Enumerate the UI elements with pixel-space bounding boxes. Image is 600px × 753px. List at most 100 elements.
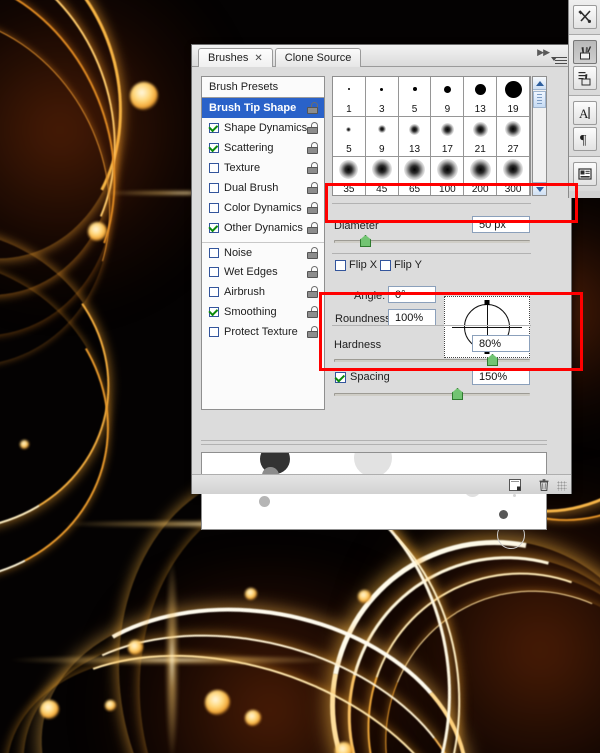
lock-icon[interactable] (307, 102, 318, 114)
option-protect-texture[interactable]: Protect Texture (202, 322, 324, 342)
brush-thumb[interactable]: 27 (497, 117, 530, 157)
layer-comps-icon-button[interactable] (573, 162, 597, 186)
option-airbrush[interactable]: Airbrush (202, 282, 324, 302)
option-brush-tip-shape[interactable]: Brush Tip Shape (202, 98, 324, 118)
option-color-dynamics[interactable]: Color Dynamics (202, 198, 324, 218)
option-checkbox[interactable] (209, 307, 219, 317)
flip-x-checkbox[interactable] (335, 260, 346, 271)
brush-thumb[interactable]: 100 (431, 157, 464, 196)
option-wet-edges[interactable]: Wet Edges (202, 262, 324, 282)
option-checkbox[interactable] (209, 287, 219, 297)
spacing-checkbox[interactable] (335, 372, 346, 383)
lock-icon[interactable] (307, 222, 318, 234)
new-brush-icon[interactable] (508, 478, 522, 492)
option-checkbox[interactable] (209, 203, 219, 213)
option-texture[interactable]: Texture (202, 158, 324, 178)
option-noise[interactable]: Noise (202, 242, 324, 262)
lock-icon[interactable] (307, 162, 318, 174)
brush-thumb[interactable]: 9 (431, 77, 464, 117)
vertical-tool-rail[interactable]: A ¶ (568, 0, 600, 198)
brush-jar-icon-button[interactable] (573, 40, 597, 64)
brush-thumb[interactable]: 1 (333, 77, 366, 117)
brush-thumb[interactable]: 21 (464, 117, 497, 157)
brush-thumb[interactable]: 35 (333, 157, 366, 196)
brush-thumb[interactable]: 13 (399, 117, 432, 157)
tab-brushes[interactable]: Brushes ✕ (198, 48, 273, 67)
scroll-up-button[interactable] (533, 77, 546, 90)
diameter-value-field[interactable]: 50 px (472, 216, 530, 233)
spacing-slider[interactable] (334, 388, 530, 400)
brush-thumb[interactable]: 19 (497, 77, 530, 117)
lock-icon[interactable] (307, 202, 318, 214)
brush-thumb[interactable]: 65 (399, 157, 432, 196)
character-a-icon-button[interactable]: A (573, 101, 597, 125)
hardness-value-field[interactable]: 80% (472, 335, 530, 352)
brushes-panel[interactable]: Brushes ✕ Clone Source ▶▶ Brush Presets (191, 44, 572, 494)
brush-options-list[interactable]: Brush Presets Brush Tip Shape Shape Dyna… (201, 76, 325, 410)
option-checkbox[interactable] (209, 267, 219, 277)
brush-row: 1 3 5 9 13 19 (333, 77, 530, 117)
lock-icon[interactable] (307, 247, 318, 259)
svg-text:¶: ¶ (580, 133, 587, 147)
resize-grip-icon[interactable] (557, 481, 567, 491)
panel-footer (192, 474, 571, 494)
brush-thumb[interactable]: 45 (366, 157, 399, 196)
lock-icon[interactable] (307, 306, 318, 318)
option-dual-brush[interactable]: Dual Brush (202, 178, 324, 198)
angle-value: 0° (395, 289, 406, 301)
option-shape-dynamics[interactable]: Shape Dynamics (202, 118, 324, 138)
panel-titlebar[interactable]: Brushes ✕ Clone Source ▶▶ (192, 45, 571, 67)
brush-thumb[interactable]: 300 (497, 157, 530, 196)
brush-presets-header[interactable]: Brush Presets (202, 77, 324, 98)
lock-icon[interactable] (307, 266, 318, 278)
option-checkbox[interactable] (209, 223, 219, 233)
flip-y-checkbox[interactable] (380, 260, 391, 271)
brush-thumb[interactable]: 3 (366, 77, 399, 117)
option-label: Wet Edges (224, 266, 278, 278)
brush-preset-grid[interactable]: 1 3 5 9 13 19 5 9 13 17 21 27 (332, 76, 531, 196)
collapse-arrows-icon[interactable]: ▶▶ (537, 47, 549, 58)
trash-icon[interactable] (537, 478, 551, 492)
option-checkbox[interactable] (209, 327, 219, 337)
paragraph-pilcrow-icon: ¶ (577, 131, 593, 147)
brush-thumb[interactable]: 13 (464, 77, 497, 117)
lock-icon[interactable] (307, 286, 318, 298)
tab-clone-source[interactable]: Clone Source (275, 48, 362, 67)
diameter-slider[interactable] (334, 235, 530, 247)
brush-thumb[interactable]: 200 (464, 157, 497, 196)
lock-icon[interactable] (307, 142, 318, 154)
brush-thumb[interactable]: 5 (333, 117, 366, 157)
panel-tabs[interactable]: Brushes ✕ Clone Source (198, 48, 361, 67)
option-smoothing[interactable]: Smoothing (202, 302, 324, 322)
chevron-up-icon (536, 81, 544, 86)
lock-icon[interactable] (307, 122, 318, 134)
option-checkbox[interactable] (209, 248, 219, 258)
brush-row: 5 9 13 17 21 27 (333, 117, 530, 157)
angle-value-field[interactable]: 0° (388, 286, 436, 303)
roundness-value-field[interactable]: 100% (388, 309, 436, 326)
option-checkbox[interactable] (209, 183, 219, 193)
brush-thumb[interactable]: 5 (399, 77, 432, 117)
brush-thumb[interactable]: 17 (431, 117, 464, 157)
panel-menu-icon[interactable] (551, 55, 567, 66)
spacing-value-field[interactable]: 150% (472, 368, 530, 385)
close-icon[interactable]: ✕ (254, 53, 262, 64)
brush-grid-scrollbar[interactable] (532, 76, 547, 196)
option-other-dynamics[interactable]: Other Dynamics (202, 218, 324, 238)
lock-icon[interactable] (307, 182, 318, 194)
option-checkbox[interactable] (209, 163, 219, 173)
scrollbar-thumb[interactable] (533, 91, 546, 108)
scroll-down-button[interactable] (533, 182, 546, 195)
lock-icon[interactable] (307, 326, 318, 338)
option-label: Color Dynamics (224, 202, 302, 214)
paragraph-pilcrow-icon-button[interactable]: ¶ (573, 127, 597, 151)
flip-x-label: Flip X (349, 259, 377, 271)
tools-crossed-icon-button[interactable] (573, 5, 597, 29)
option-checkbox[interactable] (209, 143, 219, 153)
tool-presets-icon-button[interactable] (573, 66, 597, 90)
hardness-slider[interactable] (334, 354, 530, 366)
brush-thumb[interactable]: 9 (366, 117, 399, 157)
option-label: Protect Texture (224, 326, 298, 338)
option-checkbox[interactable] (209, 123, 219, 133)
option-scattering[interactable]: Scattering (202, 138, 324, 158)
